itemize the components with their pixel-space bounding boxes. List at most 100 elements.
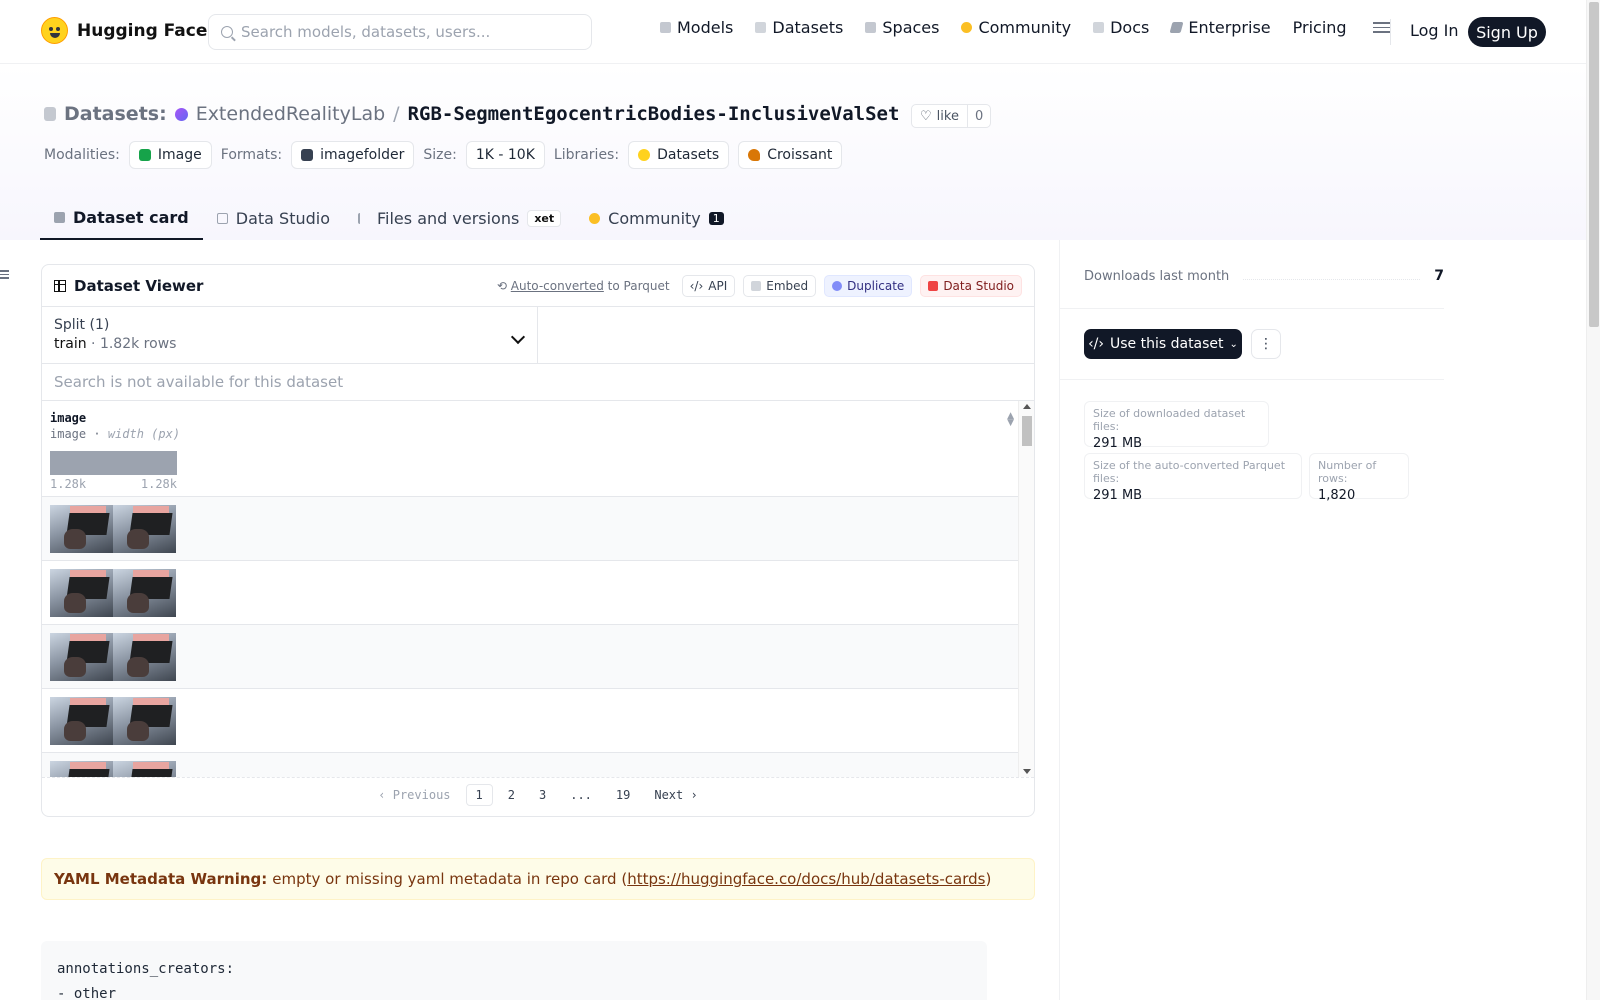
tab-files-and-versions[interactable]: Files and versions xet [344, 196, 575, 240]
pagination-page-1[interactable]: 1 [465, 783, 493, 806]
cube-icon [54, 211, 65, 223]
tag-library-datasets[interactable]: Datasets [628, 141, 730, 169]
pagination-page-2[interactable]: 2 [499, 785, 524, 805]
signup-button[interactable]: Sign Up [1468, 17, 1546, 47]
tab-files-label: Files and versions [377, 208, 520, 228]
warning-text: empty or missing yaml metadata in repo c… [272, 870, 628, 888]
breadcrumb-section[interactable]: Datasets: [64, 103, 167, 125]
tag-format-imagefolder[interactable]: imagefolder [291, 141, 415, 169]
tag-modality-image[interactable]: Image [128, 141, 212, 169]
sort-icon[interactable]: ▲ ▼ [1007, 412, 1014, 428]
nav-models[interactable]: Models [660, 18, 733, 37]
duplicate-button[interactable]: Duplicate [824, 274, 913, 297]
tab-dataset-card[interactable]: Dataset card [40, 196, 203, 240]
pagination-page-3[interactable]: 3 [530, 785, 555, 805]
modalities-label: Modalities: [44, 147, 120, 163]
book-icon [1093, 22, 1105, 33]
image-thumbnail[interactable] [50, 633, 113, 681]
tab-data-studio[interactable]: Data Studio [203, 196, 344, 240]
code-line: annotations_creators: [57, 961, 235, 977]
xet-badge: xet [527, 209, 562, 227]
like-label: like [936, 108, 959, 124]
table-scrollbar[interactable] [1018, 401, 1034, 777]
table-row[interactable] [42, 561, 1020, 625]
nav-datasets[interactable]: Datasets [755, 18, 843, 37]
heart-icon: ♡ [920, 108, 932, 124]
page-scrollbar-thumb[interactable] [1589, 2, 1599, 327]
image-thumbnail[interactable] [113, 633, 176, 681]
scroll-down-icon[interactable] [1023, 769, 1031, 774]
login-link[interactable]: Log In [1410, 21, 1459, 40]
search-icon [221, 26, 233, 38]
like-count[interactable]: 0 [968, 109, 990, 124]
brand-logo-link[interactable]: Hugging Face [41, 17, 207, 44]
tag-size[interactable]: 1K - 10K [465, 141, 545, 169]
table-icon [54, 279, 66, 292]
table-row[interactable] [42, 689, 1020, 753]
split-selector[interactable]: Split (1) train · 1.82k rows [42, 307, 538, 363]
pagination-next[interactable]: Next › [645, 785, 706, 805]
scrollbar-thumb[interactable] [1022, 416, 1032, 446]
downloads-value: 7 [1434, 268, 1444, 284]
split-label: Split (1) [54, 317, 110, 333]
warning-link[interactable]: https://huggingface.co/docs/hub/datasets… [627, 870, 985, 888]
use-this-dataset-button[interactable]: ‹/› Use this dataset ⌄ [1084, 329, 1242, 359]
pagination-page-19[interactable]: 19 [607, 785, 639, 805]
data-studio-button[interactable]: Data Studio [920, 274, 1022, 297]
nav-community-label: Community [978, 18, 1072, 37]
tag-library-croissant-label: Croissant [767, 147, 833, 163]
breadcrumb-org[interactable]: ExtendedRealityLab [196, 103, 385, 125]
use-this-dataset-label: Use this dataset [1110, 336, 1224, 352]
community-icon [961, 22, 973, 33]
image-thumbnail[interactable] [113, 761, 176, 777]
image-thumbnail[interactable] [50, 761, 113, 777]
cube-icon [660, 22, 671, 33]
histogram-max: 1.28k [140, 477, 177, 491]
scroll-up-icon[interactable] [1023, 404, 1031, 409]
image-thumbnail[interactable] [113, 697, 176, 745]
table-row[interactable] [42, 497, 1020, 561]
search-input[interactable]: Search models, datasets, users... [208, 14, 592, 50]
nav-enterprise[interactable]: Enterprise [1169, 18, 1271, 37]
tag-library-croissant[interactable]: Croissant [738, 141, 843, 169]
stat-label: Number of rows: [1318, 459, 1377, 485]
image-thumbnail[interactable] [50, 569, 113, 617]
code-icon: ‹/› [689, 278, 704, 293]
embed-button[interactable]: Embed [743, 274, 817, 297]
like-button[interactable]: ♡ like 0 [911, 104, 992, 128]
embed-button-label: Embed [766, 278, 809, 293]
viewer-header: Dataset Viewer ⟲ Auto-converted to Parqu… [42, 265, 1034, 307]
page-scrollbar[interactable] [1586, 0, 1600, 1000]
column-name: image [50, 411, 87, 425]
embed-icon [751, 280, 762, 291]
code-icon: ‹/› [1088, 336, 1104, 352]
more-options-button[interactable]: ⋮ [1251, 329, 1281, 359]
table-row[interactable] [42, 753, 1020, 777]
tag-modality-label: Image [157, 147, 202, 163]
top-navbar: Hugging Face Search models, datasets, us… [0, 0, 1586, 64]
nav-more-menu[interactable] [1369, 22, 1391, 33]
auto-converted-link[interactable]: Auto-converted [511, 279, 604, 293]
api-button[interactable]: ‹/› API [681, 274, 736, 297]
tab-community[interactable]: Community 1 [575, 196, 738, 240]
dataset-tags: Modalities: Image Formats: imagefolder S… [44, 141, 851, 169]
image-thumbnail[interactable] [50, 697, 113, 745]
pagination-previous[interactable]: ‹ Previous [369, 785, 459, 805]
nav-spaces[interactable]: Spaces [865, 18, 939, 37]
column-histogram[interactable] [50, 451, 177, 475]
toc-toggle[interactable] [0, 270, 9, 279]
dataset-viewer: Dataset Viewer ⟲ Auto-converted to Parqu… [41, 264, 1035, 817]
image-thumbnail[interactable] [113, 505, 176, 553]
image-thumbnail[interactable] [113, 569, 176, 617]
org-avatar [174, 107, 188, 121]
split-name: train [54, 336, 87, 352]
table-row[interactable] [42, 625, 1020, 689]
nav-pricing[interactable]: Pricing [1293, 18, 1347, 37]
nav-spaces-label: Spaces [882, 18, 940, 37]
nav-community[interactable]: Community [961, 18, 1071, 37]
warning-close-paren: ) [985, 870, 992, 888]
libraries-label: Libraries: [553, 147, 620, 163]
nav-docs[interactable]: Docs [1093, 18, 1149, 37]
breadcrumb-repo-name[interactable]: RGB-SegmentEgocentricBodies-InclusiveVal… [408, 103, 900, 125]
image-thumbnail[interactable] [50, 505, 113, 553]
